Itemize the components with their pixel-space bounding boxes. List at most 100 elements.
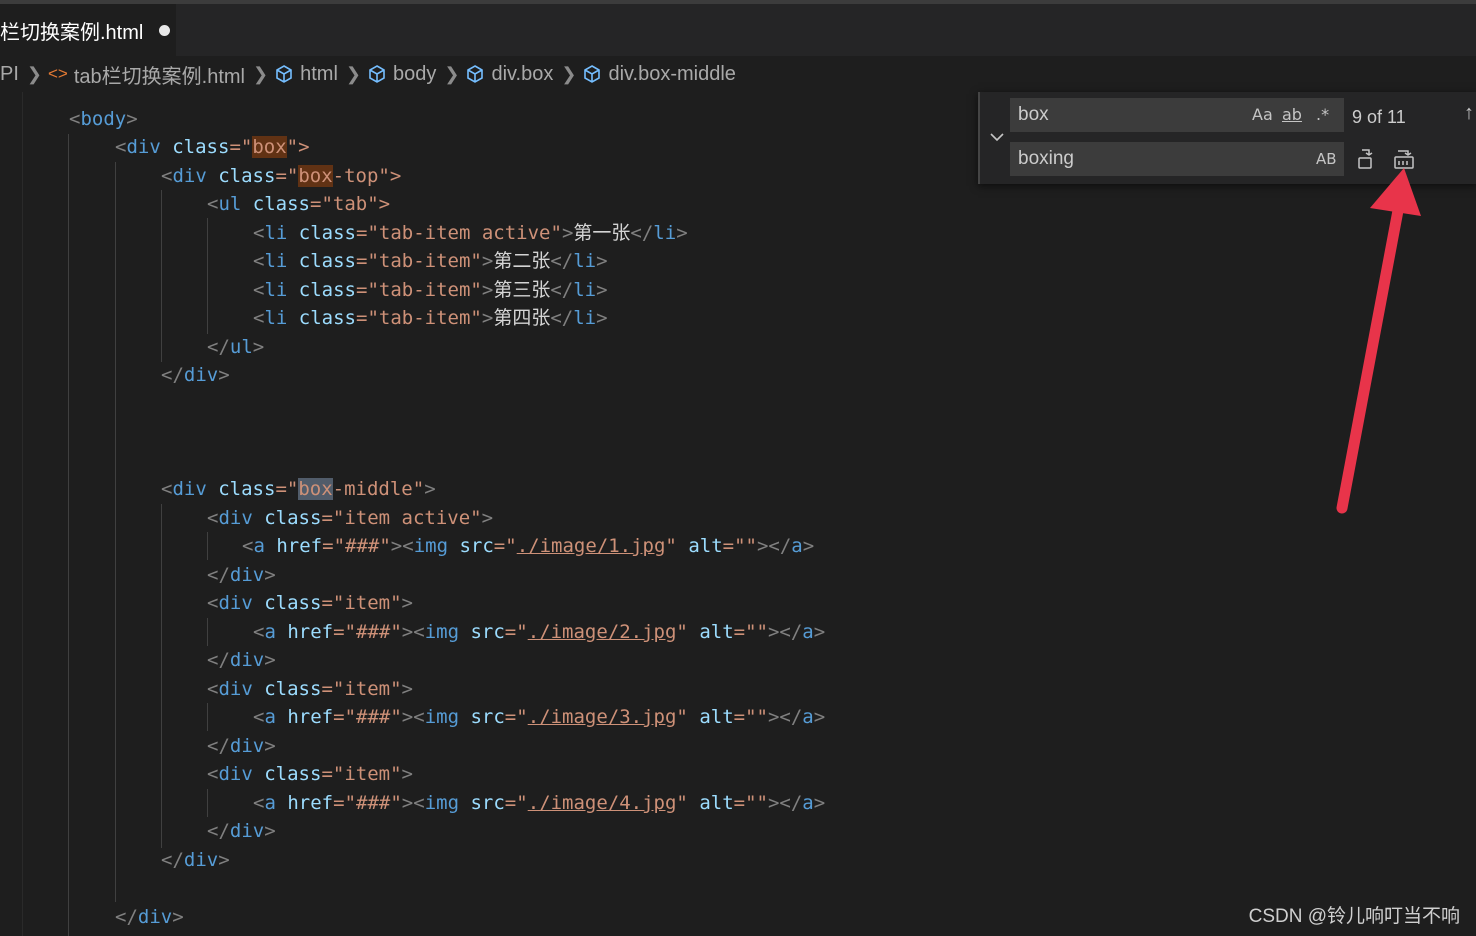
breadcrumb-label: html — [300, 62, 338, 85]
chevron-right-icon: ❯ — [345, 63, 361, 84]
tag-name: div — [183, 364, 219, 386]
tag-name: ul — [229, 336, 253, 358]
code-line: </div> — [207, 649, 276, 671]
whole-word-button[interactable]: ab — [1282, 98, 1302, 132]
replace-input[interactable]: boxing AB — [1010, 142, 1344, 176]
code-line: </div> — [207, 735, 276, 757]
tag-name: div — [126, 136, 161, 158]
tag-bracket: > — [252, 336, 265, 358]
tag-bracket: > — [218, 364, 230, 386]
find-input[interactable]: box Aa ab .* — [1010, 98, 1344, 132]
symbol-cube-icon — [467, 65, 484, 83]
tag-name: body — [80, 108, 127, 130]
attr-value: tab — [332, 193, 368, 215]
attr-value: tab-item — [378, 307, 471, 329]
indent-guide — [207, 218, 208, 334]
symbol-cube-icon — [369, 65, 385, 83]
code-line-li: <li class="tab-item">第三张</li> — [253, 279, 608, 301]
breadcrumb-label: PI — [0, 62, 19, 85]
breadcrumb-item-div-box[interactable]: div.box — [465, 63, 553, 86]
indent-guide — [161, 504, 162, 848]
li-text: 第二张 — [493, 250, 551, 272]
html-file-icon: <> — [48, 64, 68, 83]
attr-value: tab-item — [378, 279, 471, 301]
attr-value: ### — [356, 621, 391, 643]
attr-value: tab-item active — [378, 222, 551, 244]
code-line: <div class="box"> — [115, 133, 310, 161]
attr-value: ### — [356, 792, 391, 814]
attr-quote: "> — [367, 193, 391, 215]
attr-name: class — [218, 165, 276, 187]
find-replace-widget: box Aa ab .* 9 of 11 ↑ boxing AB — [978, 92, 1476, 184]
editor-tab[interactable]: 栏切换案例.html — [0, 4, 176, 56]
code-line: </div> — [161, 849, 230, 871]
attr-value: item — [344, 763, 391, 785]
unsaved-dot-icon[interactable] — [159, 24, 171, 36]
tag-bracket: </ — [207, 336, 230, 358]
code-line-li: <li class="tab-item">第四张</li> — [253, 307, 608, 329]
attr-value: item active — [344, 507, 471, 529]
indent-guide — [207, 703, 208, 731]
match-case-button[interactable]: Aa — [1252, 98, 1273, 132]
search-match-current: box — [298, 478, 333, 500]
attr-value: ### — [345, 535, 380, 557]
preserve-case-button[interactable]: AB — [1316, 142, 1337, 176]
attr-quote: =" — [310, 193, 333, 215]
replace-icon[interactable] — [1356, 147, 1376, 171]
tag-name: div — [172, 165, 207, 187]
editor-tab-bar: 栏切换案例.html — [0, 4, 1476, 56]
replace-input-value: boxing — [1018, 148, 1074, 169]
toggle-replace-chevron-icon[interactable] — [988, 128, 1006, 146]
editor-gutter-divider — [22, 92, 23, 936]
breadcrumb-label: div.box — [491, 62, 554, 85]
image-path-link[interactable]: ./image/1.jpg — [517, 535, 666, 557]
attr-name: class — [172, 136, 230, 158]
code-line-item: <div class="item"> — [207, 763, 413, 785]
indent-guide — [207, 789, 208, 817]
code-line-anchor: <a href="###"><img src="./image/1.jpg" a… — [242, 535, 815, 557]
code-line-item: <div class="item"> — [207, 592, 413, 614]
breadcrumb-item-file[interactable]: <> tab栏切换案例.html — [48, 60, 245, 89]
indent-guide — [161, 190, 162, 362]
code-line: </div> — [161, 361, 230, 389]
breadcrumb-label: div.box-middle — [608, 62, 736, 85]
search-match-highlight: box — [298, 165, 333, 187]
code-line: </div> — [207, 564, 276, 586]
code-line-anchor: <a href="###"><img src="./image/3.jpg" a… — [253, 706, 826, 728]
li-text: 第一张 — [573, 222, 631, 244]
attr-quote: "> — [378, 165, 402, 187]
previous-match-icon[interactable]: ↑ — [1464, 102, 1474, 125]
code-line-item: <div class="item active"> — [207, 507, 494, 529]
replace-all-icon[interactable] — [1392, 147, 1416, 171]
attr-value: -top — [332, 165, 379, 187]
tag-bracket: < — [207, 193, 219, 215]
tag-bracket: < — [115, 136, 127, 158]
match-count: 9 of 11 — [1352, 107, 1406, 127]
image-path-link[interactable]: ./image/4.jpg — [528, 792, 677, 814]
attr-quote: "> — [286, 136, 310, 158]
find-input-value: box — [1018, 104, 1049, 125]
li-text: 第四张 — [493, 307, 551, 329]
breadcrumb-item-div-box-middle[interactable]: div.box-middle — [582, 62, 736, 86]
code-line: <div class="box-middle"> — [161, 478, 436, 500]
watermark: CSDN @铃儿响叮当不响 — [1248, 906, 1460, 927]
tag-bracket: < — [161, 165, 173, 187]
image-path-link[interactable]: ./image/2.jpg — [528, 621, 677, 643]
indent-guide — [115, 162, 116, 902]
code-line-item: <div class="item"> — [207, 678, 413, 700]
code-line: </div> — [207, 820, 276, 842]
chevron-right-icon: ❯ — [444, 63, 460, 84]
breadcrumb-item-body[interactable]: body — [367, 63, 436, 86]
attr-quote: =" — [275, 165, 299, 187]
symbol-cube-icon — [276, 65, 292, 83]
breadcrumb-item-html[interactable]: html — [274, 63, 338, 86]
symbol-cube-icon — [584, 65, 601, 83]
breadcrumb-item-root[interactable]: PI — [0, 63, 19, 86]
image-path-link[interactable]: ./image/3.jpg — [528, 706, 677, 728]
attr-value: tab-item — [378, 250, 471, 272]
chevron-right-icon: ❯ — [253, 63, 269, 84]
attr-name: class — [252, 193, 310, 215]
attr-value: -middle — [332, 478, 413, 500]
regex-button[interactable]: .* — [1316, 98, 1329, 132]
code-line-anchor: <a href="###"><img src="./image/4.jpg" a… — [253, 792, 826, 814]
